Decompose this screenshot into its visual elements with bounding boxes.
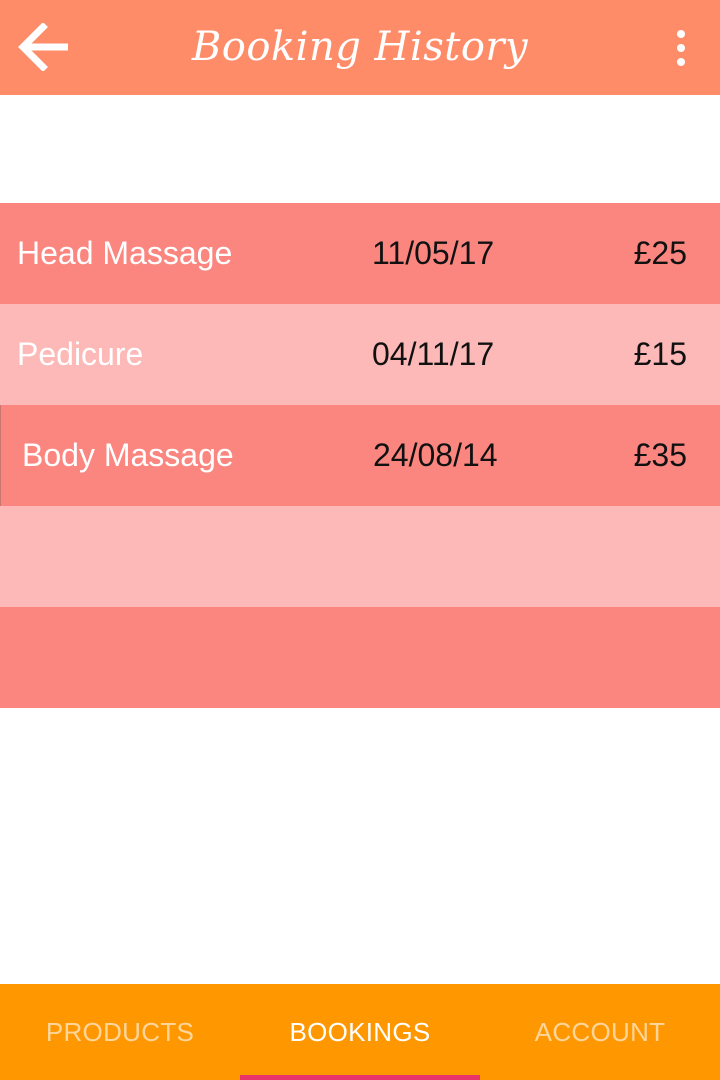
more-vertical-icon-dot [677,58,685,66]
booking-service: Head Massage [17,235,233,271]
booking-date: 04/11/17 [372,336,495,372]
booking-row[interactable]: Head Massage 11/05/17 £25 [0,203,720,304]
tab-account[interactable]: ACCOUNT [480,984,720,1080]
booking-row-empty [0,607,720,708]
tab-products[interactable]: PRODUCTS [0,984,240,1080]
more-vertical-icon-dot [677,44,685,52]
tab-bookings[interactable]: BOOKINGS [240,984,480,1080]
booking-date: 24/08/14 [373,437,498,473]
booking-row-empty [0,506,720,607]
booking-service: Pedicure [17,336,144,372]
active-tab-indicator [240,1075,480,1080]
back-button[interactable] [10,14,80,80]
booking-row[interactable]: Pedicure 04/11/17 £15 [0,304,720,405]
arrow-left-icon [18,23,68,71]
booking-price: £15 [633,336,687,372]
booking-service: Body Massage [22,437,234,473]
booking-row[interactable]: Body Massage 24/08/14 £35 [0,405,720,506]
overflow-menu-button[interactable] [656,20,706,76]
booking-price: £35 [633,437,687,473]
tab-bookings-label: BOOKINGS [289,1016,431,1047]
booking-history-screen: Booking History Head Massage 11/05/17 £2… [0,0,720,1080]
bottom-navigation: PRODUCTS BOOKINGS ACCOUNT [0,984,720,1080]
page-title: Booking History [191,24,529,70]
booking-price: £25 [633,235,687,271]
app-bar: Booking History [0,0,720,95]
more-vertical-icon [677,30,685,38]
booking-list: Head Massage 11/05/17 £25 Pedicure 04/11… [0,203,720,708]
booking-date: 11/05/17 [372,235,495,271]
